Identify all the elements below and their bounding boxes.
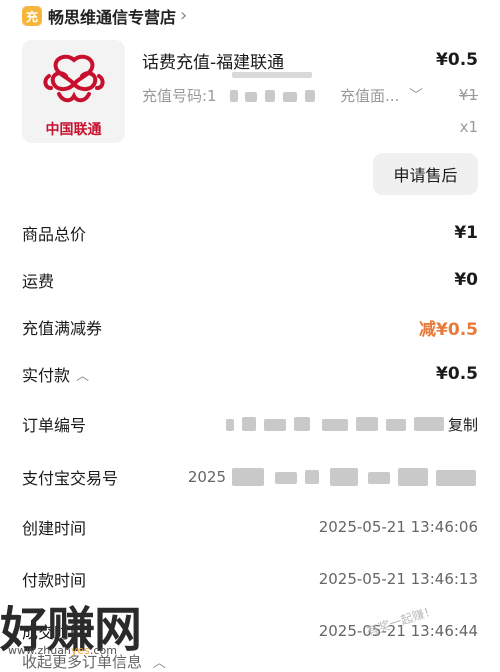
redacted-area [265, 90, 275, 102]
watermark-url-highlight: yes [70, 644, 90, 657]
paid-amount-label: 实付款 [22, 366, 71, 385]
redacted-area [398, 468, 428, 486]
summary-row: 运费 ¥0 [22, 265, 478, 295]
total-price-value: ¥1 [454, 223, 478, 243]
redacted-area [232, 72, 312, 78]
quantity: x1 [459, 118, 478, 136]
redacted-area [275, 472, 297, 484]
total-price-label: 商品总价 [22, 225, 87, 244]
redacted-area [305, 470, 319, 484]
shop-header[interactable]: 充 畅思维通信专营店 › [22, 5, 187, 27]
redacted-area [245, 92, 257, 102]
copy-button[interactable]: 复制 [448, 414, 478, 435]
redacted-area [322, 419, 348, 431]
shop-name[interactable]: 畅思维通信专营店 [48, 4, 176, 28]
recharge-number-label: 充值号码:1 [142, 87, 217, 105]
paid-time-value: 2025-05-21 13:46:13 [318, 570, 478, 588]
order-number-label: 订单编号 [22, 416, 87, 435]
shop-badge-icon: 充 [22, 6, 42, 26]
redacted-area [232, 468, 264, 486]
chevron-right-icon[interactable]: › [180, 7, 187, 25]
redacted-area [226, 419, 234, 431]
created-time-value: 2025-05-21 13:46:06 [318, 518, 478, 536]
alipay-number-prefix: 2025 [187, 468, 226, 486]
alipay-number-label: 支付宝交易号 [22, 469, 119, 488]
redacted-area [356, 417, 378, 431]
product-title[interactable]: 话费充值-福建联通 [142, 48, 284, 73]
shipping-label: 运费 [22, 272, 55, 291]
redacted-area [242, 417, 256, 431]
redacted-area [414, 417, 444, 431]
product-thumbnail[interactable]: 中国联通 [22, 40, 125, 143]
original-price: ¥1 [458, 86, 478, 104]
redacted-area [283, 92, 297, 102]
redacted-area [305, 90, 315, 102]
redacted-area [230, 90, 238, 102]
created-time-row: 创建时间 2025-05-21 13:46:06 [22, 512, 478, 542]
after-sale-button[interactable]: 申请售后 [373, 153, 478, 195]
chevron-down-icon[interactable]: ﹀ [409, 85, 423, 105]
chevron-up-icon[interactable]: ︿ [153, 656, 166, 671]
redacted-area [368, 472, 390, 484]
logo-text: 中国联通 [45, 122, 102, 138]
watermark-url-part: .com [89, 644, 117, 657]
redacted-area [386, 419, 406, 431]
redacted-area [264, 419, 286, 431]
paid-amount-value: ¥0.5 [436, 364, 478, 384]
coupon-label: 充值满减券 [22, 319, 103, 338]
shipping-value: ¥0 [454, 270, 478, 290]
china-unicom-logo [43, 54, 105, 103]
summary-row: 充值满减券 减¥0.5 [22, 312, 478, 342]
watermark-url-part: www.zhuan [8, 644, 71, 657]
summary-row: 商品总价 ¥1 [22, 218, 478, 248]
watermark-url: www.zhuanyes.com [8, 644, 117, 657]
chevron-up-icon[interactable]: ︿ [76, 365, 89, 384]
summary-row[interactable]: 实付款 ︿ ¥0.5 [22, 359, 478, 389]
paid-time-label: 付款时间 [22, 571, 87, 590]
product-price: ¥0.5 [436, 50, 478, 70]
coupon-value: 减¥0.5 [419, 319, 478, 340]
redacted-area [436, 470, 476, 486]
redacted-area [330, 468, 358, 486]
paid-amount-toggle[interactable]: 实付款 ︿ [22, 362, 89, 386]
redacted-area [294, 417, 310, 431]
created-time-label: 创建时间 [22, 519, 87, 538]
spec-label[interactable]: 充值面... [340, 85, 399, 106]
